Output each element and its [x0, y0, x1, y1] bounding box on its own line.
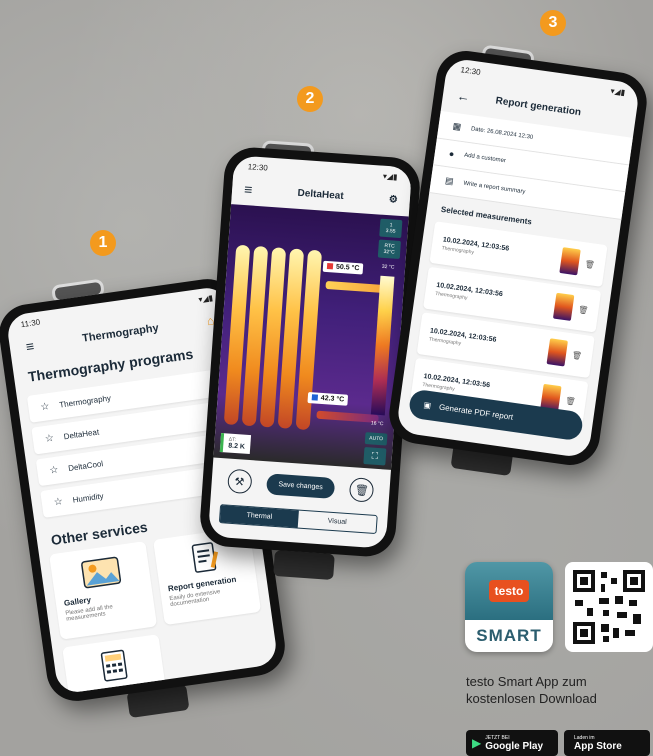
app-store-big: App Store	[574, 740, 622, 752]
page-title: DeltaHeat	[297, 187, 345, 202]
star-icon[interactable]: ☆	[53, 496, 63, 508]
phone-report-generation: 12:30 ▾◢▮ ← Report generation ▦ Date: 26.…	[385, 47, 651, 469]
step-badge-3: 3	[540, 10, 566, 36]
scale-max: 32 °C	[381, 263, 395, 271]
star-icon[interactable]: ☆	[40, 401, 50, 413]
testo-logo: testo	[488, 580, 530, 602]
trash-icon[interactable]: 🗑	[584, 259, 595, 269]
fullscreen-icon[interactable]: ⛶	[363, 447, 387, 466]
smart-wordmark: SMART	[465, 620, 553, 652]
status-icons: ▾◢▮	[382, 171, 398, 182]
promo-line-2: kostenlosen Download	[466, 691, 597, 706]
trash-icon[interactable]: 🗑	[578, 304, 589, 314]
cold-temp: 42.3 °C	[320, 394, 345, 404]
hot-temp: 50.5 °C	[335, 263, 360, 273]
thermal-thumbnail	[546, 338, 568, 367]
add-customer-text: Add a customer	[463, 152, 507, 165]
qr-pattern-icon	[573, 570, 645, 644]
status-time: 12:30	[247, 162, 269, 173]
gallery-icon	[58, 550, 143, 595]
report-summary-text: Write a report summary	[462, 180, 526, 195]
phone2-screen: 12:30 ▾◢▮ ≡ DeltaHeat ⚙ 50.5 °C 42.3 °C …	[207, 155, 413, 549]
step-badge-1: 1	[90, 230, 116, 256]
tab-thermal[interactable]: Thermal	[219, 505, 299, 528]
trash-icon[interactable]: 🗑	[571, 350, 582, 360]
program-label: Thermography	[58, 393, 112, 410]
program-label: DeltaCool	[67, 459, 104, 474]
testo-smart-app-icon[interactable]: testo SMART	[465, 562, 553, 652]
person-icon: ●	[448, 148, 455, 160]
program-label: Humidity	[72, 491, 105, 505]
service-gallery[interactable]: Gallery Please add all the measurements	[49, 541, 158, 640]
program-label: DeltaHeat	[63, 427, 100, 442]
scale-auto-button[interactable]: AUTO	[364, 432, 388, 446]
comment-icon: ▤	[444, 175, 455, 187]
star-icon[interactable]: ☆	[44, 433, 54, 445]
phone2-bottom-clip	[273, 549, 335, 581]
google-play-icon: ▶	[472, 736, 482, 750]
pdf-icon: ▣	[423, 400, 432, 411]
tools-icon[interactable]: ⚒	[226, 468, 253, 495]
date-text: Date: 26.08.2024 12:30	[470, 125, 534, 141]
google-play-big: Google Play	[485, 740, 544, 752]
phone3-screen: 12:30 ▾◢▮ ← Report generation ▦ Date: 26.…	[395, 57, 641, 459]
step-badge-2: 2	[297, 86, 323, 112]
scale-mode[interactable]: RTC 32°C	[377, 239, 401, 260]
star-icon[interactable]: ☆	[49, 464, 59, 476]
status-icons: ▾◢▮	[609, 86, 626, 98]
thermal-thumbnail	[552, 292, 575, 321]
calculator-icon	[71, 643, 156, 688]
menu-icon[interactable]: ≡	[25, 338, 35, 355]
back-arrow-icon[interactable]: ←	[456, 88, 471, 105]
service-calculator[interactable]	[62, 634, 171, 695]
save-changes-button[interactable]: Save changes	[265, 472, 336, 499]
promo-text: testo Smart App zum kostenlosen Download	[466, 673, 597, 707]
app-icon-top: testo	[465, 562, 553, 620]
view-toggle: Thermal Visual	[218, 504, 378, 535]
services-grid: Gallery Please add all the measurements …	[39, 525, 278, 695]
qr-code[interactable]	[565, 562, 653, 652]
generate-pdf-label: Generate PDF report	[438, 402, 514, 422]
trash-icon[interactable]: 🗑	[349, 477, 375, 503]
phone-deltaheat: 12:30 ▾◢▮ ≡ DeltaHeat ⚙ 50.5 °C 42.3 °C …	[198, 145, 422, 559]
scale-min: 16 °C	[370, 420, 384, 428]
menu-icon[interactable]: ≡	[244, 181, 253, 198]
thermal-image[interactable]: 50.5 °C 42.3 °C 1 3.55 RTC 32°C 32 °C 16 °…	[213, 204, 409, 470]
thermal-thumbnail	[559, 247, 581, 276]
calendar-icon: ▦	[452, 120, 462, 132]
page-title: Thermography	[81, 322, 160, 345]
promo-line-1: testo Smart App zum	[466, 674, 587, 689]
delta-t-box: ΔT: 8.2 K	[219, 432, 251, 455]
app-store-badge[interactable]: Laden im App Store	[564, 730, 650, 756]
google-play-badge[interactable]: ▶ JETZT BEI Google Play	[466, 730, 558, 756]
delta-t-value: 8.2 K	[227, 442, 246, 451]
settings-icon[interactable]: ⚙	[389, 194, 399, 206]
page-title: Report generation	[494, 95, 582, 119]
radiator-heat-shape	[223, 244, 332, 441]
trash-icon[interactable]: 🗑	[565, 396, 576, 406]
scale-top[interactable]: 1 3.55	[379, 218, 403, 239]
tab-visual[interactable]: Visual	[298, 511, 377, 533]
